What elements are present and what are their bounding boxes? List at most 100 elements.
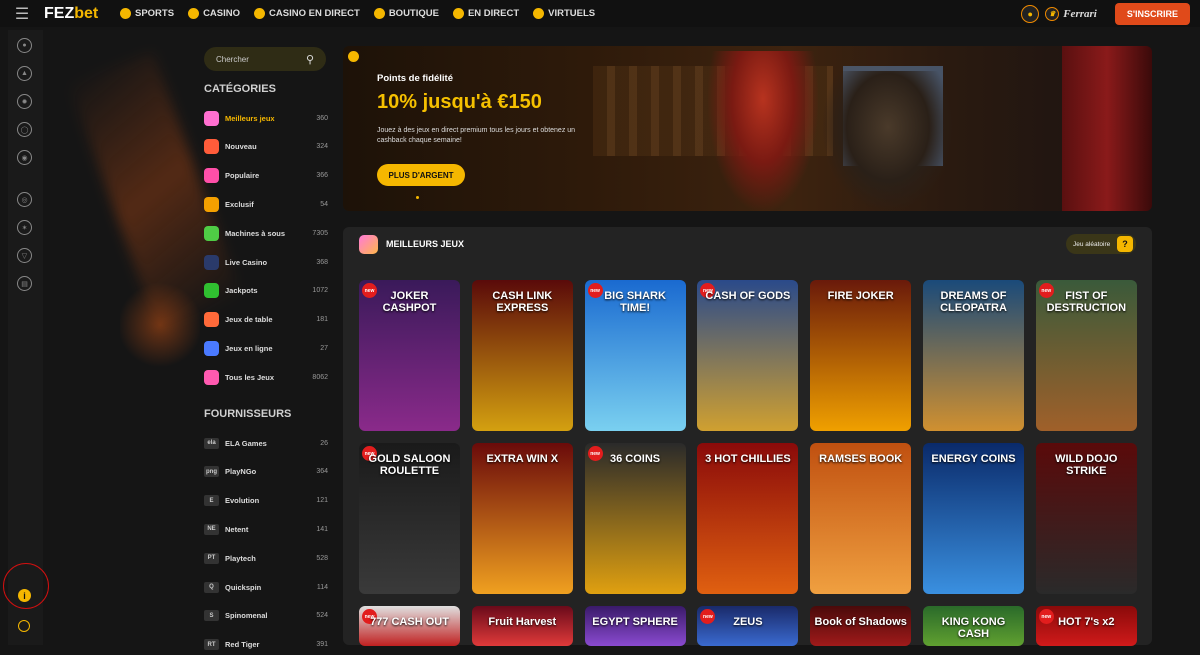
- tennis-icon[interactable]: ◯: [17, 122, 32, 137]
- search-input[interactable]: Chercher ⚲: [204, 47, 326, 71]
- game-tile[interactable]: RAMSES BOOK: [810, 443, 912, 594]
- ferrari-icon: ♛: [1045, 7, 1060, 21]
- nav-casino[interactable]: CASINO: [188, 8, 240, 19]
- game-tile[interactable]: new JOKER CASHPOT: [359, 280, 460, 431]
- provider-count: 121: [316, 497, 328, 505]
- category-item[interactable]: Exclusif 54: [204, 194, 328, 214]
- provider-count: 141: [316, 525, 328, 533]
- provider-label: Playtech: [225, 553, 256, 563]
- category-count: 368: [316, 258, 328, 266]
- provider-logo-icon: S: [204, 610, 219, 622]
- category-item[interactable]: Tous les Jeux 8062: [204, 367, 328, 387]
- game-tile[interactable]: EGYPT SPHERE: [584, 606, 686, 646]
- fire-icon[interactable]: ●: [1021, 5, 1040, 23]
- game-title: Book of Shadows: [814, 616, 907, 628]
- game-tile[interactable]: new BIG SHARK TIME!: [584, 280, 686, 431]
- top-right: ● ♛ Ferrari S'INSCRIRE: [1021, 3, 1190, 25]
- category-count: 7305: [312, 229, 328, 237]
- provider-count: 114: [316, 583, 328, 591]
- category-icon: [204, 168, 219, 184]
- menu-icon[interactable]: ☰: [0, 4, 44, 24]
- search-icon[interactable]: ⚲: [306, 53, 314, 66]
- provider-item[interactable]: NE Netent 141: [204, 519, 328, 539]
- provider-item[interactable]: E Evolution 121: [204, 491, 328, 511]
- game-title: Fruit Harvest: [488, 616, 557, 628]
- category-item[interactable]: Meilleurs jeux 360: [204, 108, 328, 128]
- nav-casino-en-direct[interactable]: CASINO EN DIRECT: [254, 8, 360, 19]
- game-tile[interactable]: 3 HOT CHILLIES: [697, 443, 799, 594]
- banner-headline: 10% jusqu'à €150: [377, 91, 542, 113]
- esports-icon[interactable]: ▤: [17, 276, 32, 291]
- info-icon[interactable]: i: [18, 589, 31, 602]
- top-bar: ☰ FEZbet SPORTS CASINO CASINO EN DIRECT BOU…: [0, 0, 1200, 27]
- category-label: Jeux de table: [225, 315, 273, 325]
- game-tile[interactable]: WILD DOJO STRIKE: [1035, 443, 1137, 594]
- game-title: CASH OF GODS: [705, 290, 791, 302]
- game-title: ZEUS: [733, 616, 763, 628]
- category-item[interactable]: Machines à sous 7305: [204, 223, 328, 243]
- game-tile[interactable]: EXTRA WIN X: [471, 443, 573, 594]
- game-tile[interactable]: new HOT 7's x2: [1035, 606, 1137, 646]
- game-tile[interactable]: new 777 CASH OUT: [359, 606, 460, 646]
- game-tile[interactable]: FIRE JOKER: [810, 280, 912, 431]
- nav-sports[interactable]: SPORTS: [120, 8, 174, 19]
- game-title: HOT 7's x2: [1058, 616, 1115, 628]
- casino-icon[interactable]: ✹: [17, 94, 32, 109]
- game-title: EXTRA WIN X: [486, 453, 559, 465]
- category-icon: [204, 254, 219, 270]
- roulette-icon: [254, 8, 266, 19]
- game-tile[interactable]: ENERGY COINS: [923, 443, 1024, 594]
- hockey-icon[interactable]: ✶: [17, 220, 32, 235]
- category-item[interactable]: Nouveau 324: [204, 137, 328, 157]
- coin-icon: [348, 51, 359, 62]
- roulette-icon[interactable]: ◉: [17, 150, 32, 165]
- game-tile[interactable]: new FIST OF DESTRUCTION: [1035, 280, 1137, 431]
- search-placeholder: Chercher: [216, 54, 249, 64]
- category-icon: [204, 312, 219, 328]
- nav-label: SPORTS: [135, 8, 175, 19]
- signup-button[interactable]: S'INSCRIRE: [1114, 3, 1190, 25]
- logo[interactable]: FEZbet: [44, 5, 120, 23]
- provider-item[interactable]: S Spinomenal 524: [204, 606, 328, 626]
- promo-banner[interactable]: Points de fidélité 10% jusqu'à €150 Joue…: [343, 46, 1152, 211]
- more-money-button[interactable]: PLUS D'ARGENT: [377, 164, 465, 186]
- soccer-icon[interactable]: ●: [17, 38, 32, 53]
- provider-label: ELA Games: [225, 438, 267, 448]
- best-games-icon: [359, 235, 378, 254]
- category-label: Tous les Jeux: [225, 372, 275, 382]
- random-game-button[interactable]: Jeu aléatoire?: [1066, 234, 1136, 254]
- category-item[interactable]: Populaire 366: [204, 166, 328, 186]
- game-tile[interactable]: CASH LINK EXPRESS: [471, 280, 573, 431]
- nav-virtuels[interactable]: VIRTUELS: [533, 8, 595, 19]
- game-title: 3 HOT CHILLIES: [705, 453, 791, 465]
- game-tile[interactable]: DREAMS OF CLEOPATRA: [923, 280, 1024, 431]
- trophy-icon[interactable]: ▽: [17, 248, 32, 263]
- nav-en-direct[interactable]: EN DIRECT: [452, 8, 519, 19]
- game-tile[interactable]: KING KONG CASH: [923, 606, 1024, 646]
- provider-label: Netent: [225, 524, 249, 534]
- carousel-dot[interactable]: [416, 196, 419, 199]
- provider-item[interactable]: Q Quickspin 114: [204, 577, 328, 597]
- game-tile[interactable]: Fruit Harvest: [471, 606, 573, 646]
- ferrari-partner[interactable]: ♛ Ferrari: [1045, 7, 1097, 21]
- football-icon[interactable]: ◎: [17, 192, 32, 207]
- basketball-icon[interactable]: ▲: [17, 66, 32, 81]
- support-icon[interactable]: [18, 620, 30, 632]
- game-tile[interactable]: new GOLD SALOON ROULETTE: [359, 443, 460, 594]
- provider-item[interactable]: png PlayNGo 364: [204, 462, 328, 482]
- game-tile[interactable]: Book of Shadows: [810, 606, 912, 646]
- category-item[interactable]: Jeux en ligne 27: [204, 338, 328, 358]
- nav-boutique[interactable]: BOUTIQUE: [373, 8, 439, 19]
- banner-curtain-art: [1062, 46, 1152, 211]
- provider-item[interactable]: PT Playtech 528: [204, 548, 328, 568]
- category-item[interactable]: Jeux de table 181: [204, 310, 328, 330]
- game-tile[interactable]: new ZEUS: [697, 606, 799, 646]
- game-title: GOLD SALOON ROULETTE: [368, 453, 451, 477]
- nav-label: CASINO EN DIRECT: [269, 8, 360, 19]
- category-item[interactable]: Live Casino 368: [204, 252, 328, 272]
- game-title: FIST OF DESTRUCTION: [1046, 290, 1127, 314]
- game-tile[interactable]: new 36 COINS: [584, 443, 686, 594]
- category-item[interactable]: Jackpots 1072: [204, 281, 328, 301]
- provider-item[interactable]: ela ELA Games 26: [204, 433, 328, 453]
- game-tile[interactable]: new CASH OF GODS: [697, 280, 799, 431]
